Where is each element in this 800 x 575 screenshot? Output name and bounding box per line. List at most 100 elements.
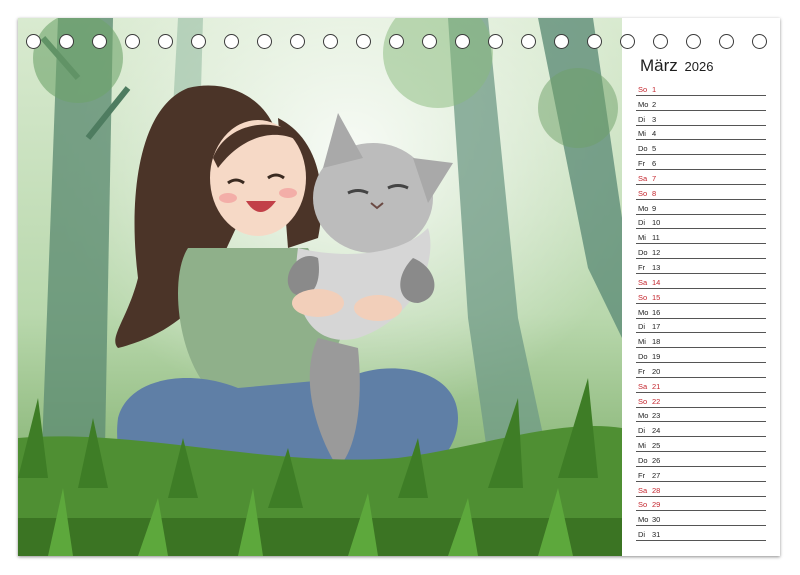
day-row[interactable]: So 15 bbox=[636, 289, 766, 304]
day-number: 11 bbox=[652, 233, 660, 243]
weekday-label: Mi bbox=[638, 337, 646, 347]
weekday-label: Mi bbox=[638, 441, 646, 451]
weekday-label: Fr bbox=[638, 159, 646, 169]
day-number: 30 bbox=[652, 515, 661, 525]
weekday-label: So bbox=[638, 84, 648, 94]
weekday-label: So bbox=[638, 500, 648, 510]
day-row[interactable]: Mo 16 bbox=[636, 304, 766, 319]
day-row[interactable]: Di 3 bbox=[636, 111, 766, 126]
day-number: 17 bbox=[652, 322, 661, 332]
weekday-label: Di bbox=[638, 426, 646, 436]
weekday-label: Do bbox=[638, 248, 648, 258]
day-row[interactable]: Fr 27 bbox=[636, 467, 766, 482]
binding-ring bbox=[422, 34, 437, 49]
day-number: 9 bbox=[652, 203, 657, 213]
day-number: 2 bbox=[652, 99, 657, 109]
day-row[interactable]: So 8 bbox=[636, 185, 766, 200]
binding-ring bbox=[158, 34, 173, 49]
day-number: 4 bbox=[652, 129, 657, 139]
day-row[interactable]: So 29 bbox=[636, 497, 766, 512]
weekday-label: Fr bbox=[638, 366, 646, 376]
binding-ring bbox=[224, 34, 239, 49]
day-number: 26 bbox=[652, 455, 661, 465]
day-row[interactable]: Mi 4 bbox=[636, 126, 766, 141]
day-row[interactable]: Fr 6 bbox=[636, 155, 766, 171]
day-number: 14 bbox=[652, 277, 661, 287]
weekday-label: Fr bbox=[638, 262, 646, 272]
day-row[interactable]: Fr 13 bbox=[636, 259, 766, 274]
binding-ring bbox=[554, 34, 569, 49]
day-number: 23 bbox=[652, 411, 661, 421]
day-number: 29 bbox=[652, 500, 661, 510]
day-row[interactable]: Sa 28 bbox=[636, 482, 766, 497]
binding-ring bbox=[257, 34, 272, 49]
day-row[interactable]: Mi 11 bbox=[636, 229, 766, 245]
weekday-label: Do bbox=[638, 144, 648, 154]
weekday-label: Sa bbox=[638, 173, 648, 183]
binding-ring bbox=[59, 34, 74, 49]
day-number: 24 bbox=[652, 426, 661, 436]
day-number: 16 bbox=[652, 307, 661, 317]
month-planner: März 2026 So 1 Mo 2 Di 3 Mi 4 Do 5 Fr 6 Sa 7 So 8 Mo 9 Di 1… bbox=[622, 18, 780, 556]
weekday-label: Mi bbox=[638, 233, 646, 243]
day-row[interactable]: Do 26 bbox=[636, 452, 766, 467]
day-number: 22 bbox=[652, 396, 661, 406]
weekday-label: Mo bbox=[638, 411, 649, 421]
day-row[interactable]: Di 31 bbox=[636, 526, 766, 542]
weekday-label: Do bbox=[638, 352, 648, 362]
binding-ring bbox=[488, 34, 503, 49]
day-number: 13 bbox=[652, 262, 661, 272]
weekday-label: Mi bbox=[638, 129, 646, 139]
weekday-label: Di bbox=[638, 218, 646, 228]
day-number: 18 bbox=[652, 337, 661, 347]
day-number: 6 bbox=[652, 159, 657, 169]
weekday-label: Di bbox=[638, 322, 646, 332]
day-row[interactable]: Do 5 bbox=[636, 140, 766, 156]
month-year: 2026 bbox=[684, 59, 714, 74]
day-row[interactable]: Do 19 bbox=[636, 348, 766, 364]
day-row[interactable]: Mo 2 bbox=[636, 96, 766, 111]
weekday-label: Mo bbox=[638, 307, 649, 317]
weekday-label: Fr bbox=[638, 470, 646, 480]
weekday-label: Do bbox=[638, 455, 648, 465]
day-row[interactable]: Di 17 bbox=[636, 319, 766, 334]
weekday-label: Sa bbox=[638, 381, 648, 391]
day-number: 31 bbox=[652, 530, 661, 540]
day-row[interactable]: Mo 23 bbox=[636, 408, 766, 423]
weekday-label: So bbox=[638, 396, 648, 406]
binding-ring bbox=[323, 34, 338, 49]
binding-ring bbox=[125, 34, 140, 49]
binding-ring bbox=[455, 34, 470, 49]
day-row[interactable]: So 22 bbox=[636, 393, 766, 408]
day-row[interactable]: Mi 25 bbox=[636, 437, 766, 453]
binding-ring bbox=[521, 34, 536, 49]
day-number: 1 bbox=[652, 84, 657, 94]
weekday-label: Sa bbox=[638, 485, 648, 495]
day-number: 3 bbox=[652, 114, 657, 124]
weekday-label: Mo bbox=[638, 203, 649, 213]
day-row[interactable]: Mi 18 bbox=[636, 333, 766, 349]
day-row[interactable]: Sa 21 bbox=[636, 378, 766, 393]
day-number: 20 bbox=[652, 366, 661, 376]
calendar-page: März 2026 So 1 Mo 2 Di 3 Mi 4 Do 5 Fr 6 Sa 7 So 8 Mo 9 Di 1… bbox=[18, 18, 780, 556]
day-number: 19 bbox=[652, 352, 661, 362]
day-number: 27 bbox=[652, 470, 661, 480]
weekday-label: Sa bbox=[638, 277, 648, 287]
day-row[interactable]: Sa 7 bbox=[636, 170, 766, 185]
day-number: 15 bbox=[652, 292, 661, 302]
day-row[interactable]: So 1 bbox=[636, 81, 766, 96]
binding-ring bbox=[356, 34, 371, 49]
month-name: März bbox=[640, 56, 678, 75]
day-row[interactable]: Mo 30 bbox=[636, 511, 766, 527]
day-row[interactable]: Di 24 bbox=[636, 422, 766, 438]
day-row[interactable]: Sa 14 bbox=[636, 274, 766, 289]
day-number: 28 bbox=[652, 485, 661, 495]
day-number: 8 bbox=[652, 188, 657, 198]
day-number: 12 bbox=[652, 248, 661, 258]
day-row[interactable]: Fr 20 bbox=[636, 363, 766, 378]
day-row[interactable]: Di 10 bbox=[636, 215, 766, 230]
day-row[interactable]: Mo 9 bbox=[636, 200, 766, 215]
weekday-label: Di bbox=[638, 530, 646, 540]
weekday-label: Mo bbox=[638, 515, 649, 525]
day-row[interactable]: Do 12 bbox=[636, 244, 766, 260]
